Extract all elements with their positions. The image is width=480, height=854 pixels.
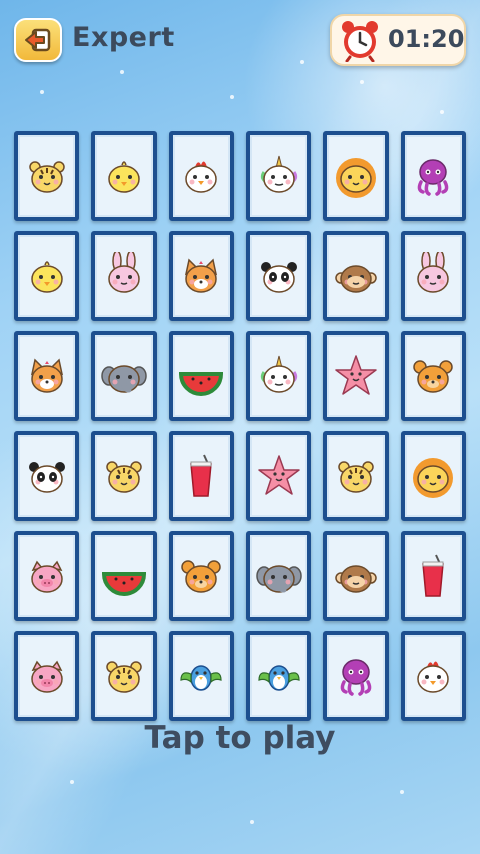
tap-to-play-label[interactable]: Tap to play: [0, 720, 480, 756]
timer-badge: 01:20: [330, 14, 466, 66]
card-octopus[interactable]: [400, 131, 466, 221]
bunny-icon: [417, 252, 450, 293]
card-tiger[interactable]: [323, 431, 389, 521]
card-monkey[interactable]: [323, 531, 389, 621]
card-unicorn[interactable]: [246, 331, 312, 421]
alarm-clock-icon: [342, 21, 378, 62]
card-panda[interactable]: [246, 231, 312, 321]
tiger-icon: [106, 461, 142, 493]
chicken-icon: [417, 661, 450, 693]
card-bird[interactable]: [246, 631, 312, 721]
bird-icon: [180, 665, 222, 691]
bear-icon: [413, 360, 454, 393]
card-juice[interactable]: [400, 531, 466, 621]
juice-icon: [422, 554, 445, 597]
starfish-icon: [335, 355, 377, 395]
card-juice[interactable]: [168, 431, 234, 521]
card-fox[interactable]: [14, 331, 80, 421]
starfish-icon: [257, 455, 300, 495]
back-arrow-icon: [25, 28, 51, 52]
tiger-icon: [28, 161, 65, 193]
card-bunny[interactable]: [400, 231, 466, 321]
card-panda[interactable]: [14, 431, 80, 521]
octopus-icon: [340, 659, 372, 696]
unicorn-icon: [260, 155, 297, 193]
card-starfish[interactable]: [246, 431, 312, 521]
timer-value: 01:20: [388, 25, 465, 53]
watermelon-icon: [101, 572, 146, 596]
card-elephant[interactable]: [246, 531, 312, 621]
unicorn-icon: [260, 355, 297, 393]
card-elephant[interactable]: [91, 331, 157, 421]
watermelon-icon: [179, 372, 224, 396]
bird-icon: [258, 665, 300, 691]
bunny-icon: [108, 252, 140, 293]
tiger-icon: [338, 461, 374, 493]
card-unicorn[interactable]: [246, 131, 312, 221]
card-watermelon[interactable]: [91, 531, 157, 621]
card-bear[interactable]: [168, 531, 234, 621]
octopus-icon: [417, 159, 449, 196]
card-tiger[interactable]: [91, 431, 157, 521]
card-bird[interactable]: [168, 631, 234, 721]
monkey-icon: [335, 565, 377, 593]
card-chicken[interactable]: [400, 631, 466, 721]
card-chick[interactable]: [91, 131, 157, 221]
back-button[interactable]: [14, 18, 62, 62]
card-pig[interactable]: [14, 631, 80, 721]
panda-icon: [28, 462, 65, 493]
monkey-icon: [335, 265, 377, 293]
card-lion[interactable]: [400, 431, 466, 521]
bear-icon: [181, 560, 222, 593]
lion-icon: [413, 458, 454, 498]
card-tiger[interactable]: [91, 631, 157, 721]
card-fox[interactable]: [168, 231, 234, 321]
card-chicken[interactable]: [168, 131, 234, 221]
panda-icon: [260, 262, 297, 293]
pig-icon: [30, 560, 63, 593]
lion-icon: [335, 158, 376, 198]
card-monkey[interactable]: [323, 231, 389, 321]
card-bunny[interactable]: [91, 231, 157, 321]
card-starfish[interactable]: [323, 331, 389, 421]
chick-icon: [108, 161, 140, 193]
card-tiger[interactable]: [14, 131, 80, 221]
card-pig[interactable]: [14, 531, 80, 621]
fox-icon: [30, 358, 63, 393]
card-octopus[interactable]: [323, 631, 389, 721]
card-lion[interactable]: [323, 131, 389, 221]
level-title: Expert: [72, 22, 175, 53]
card-watermelon[interactable]: [168, 331, 234, 421]
fox-icon: [185, 258, 218, 293]
chick-icon: [30, 261, 63, 293]
elephant-icon: [101, 365, 147, 393]
juice-icon: [190, 454, 213, 497]
card-chick[interactable]: [14, 231, 80, 321]
chicken-icon: [185, 161, 218, 193]
card-board: [14, 131, 466, 721]
pig-icon: [30, 660, 63, 693]
elephant-icon: [255, 565, 302, 593]
tiger-icon: [106, 661, 142, 693]
card-bear[interactable]: [400, 331, 466, 421]
